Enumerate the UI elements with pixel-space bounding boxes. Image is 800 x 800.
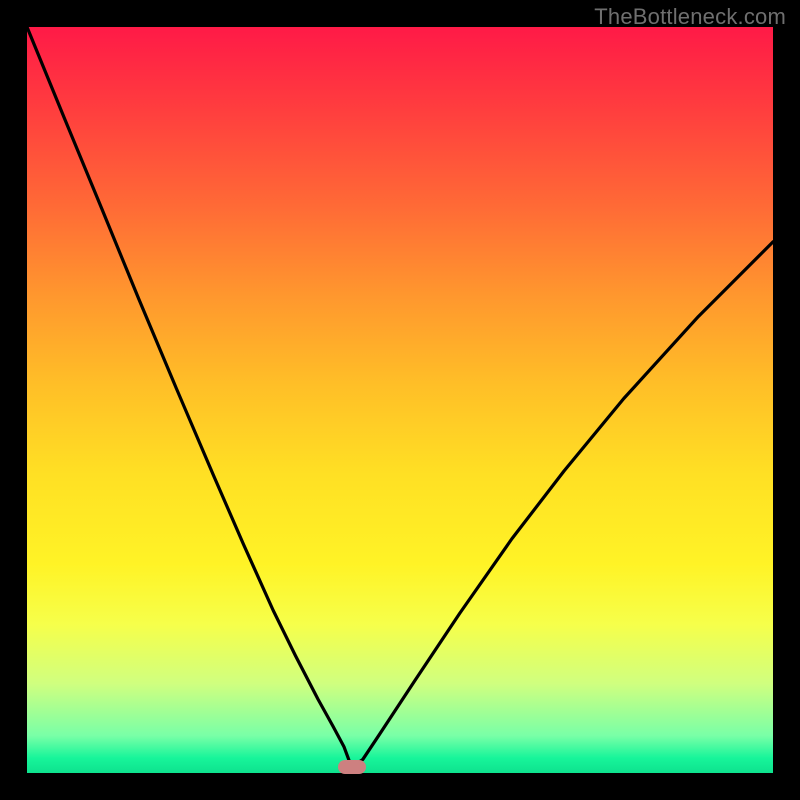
- chart-container: TheBottleneck.com: [0, 0, 800, 800]
- bottleneck-curve: [27, 27, 773, 767]
- curve-layer: [27, 27, 773, 773]
- plot-area: [27, 27, 773, 773]
- minimum-marker: [338, 760, 366, 774]
